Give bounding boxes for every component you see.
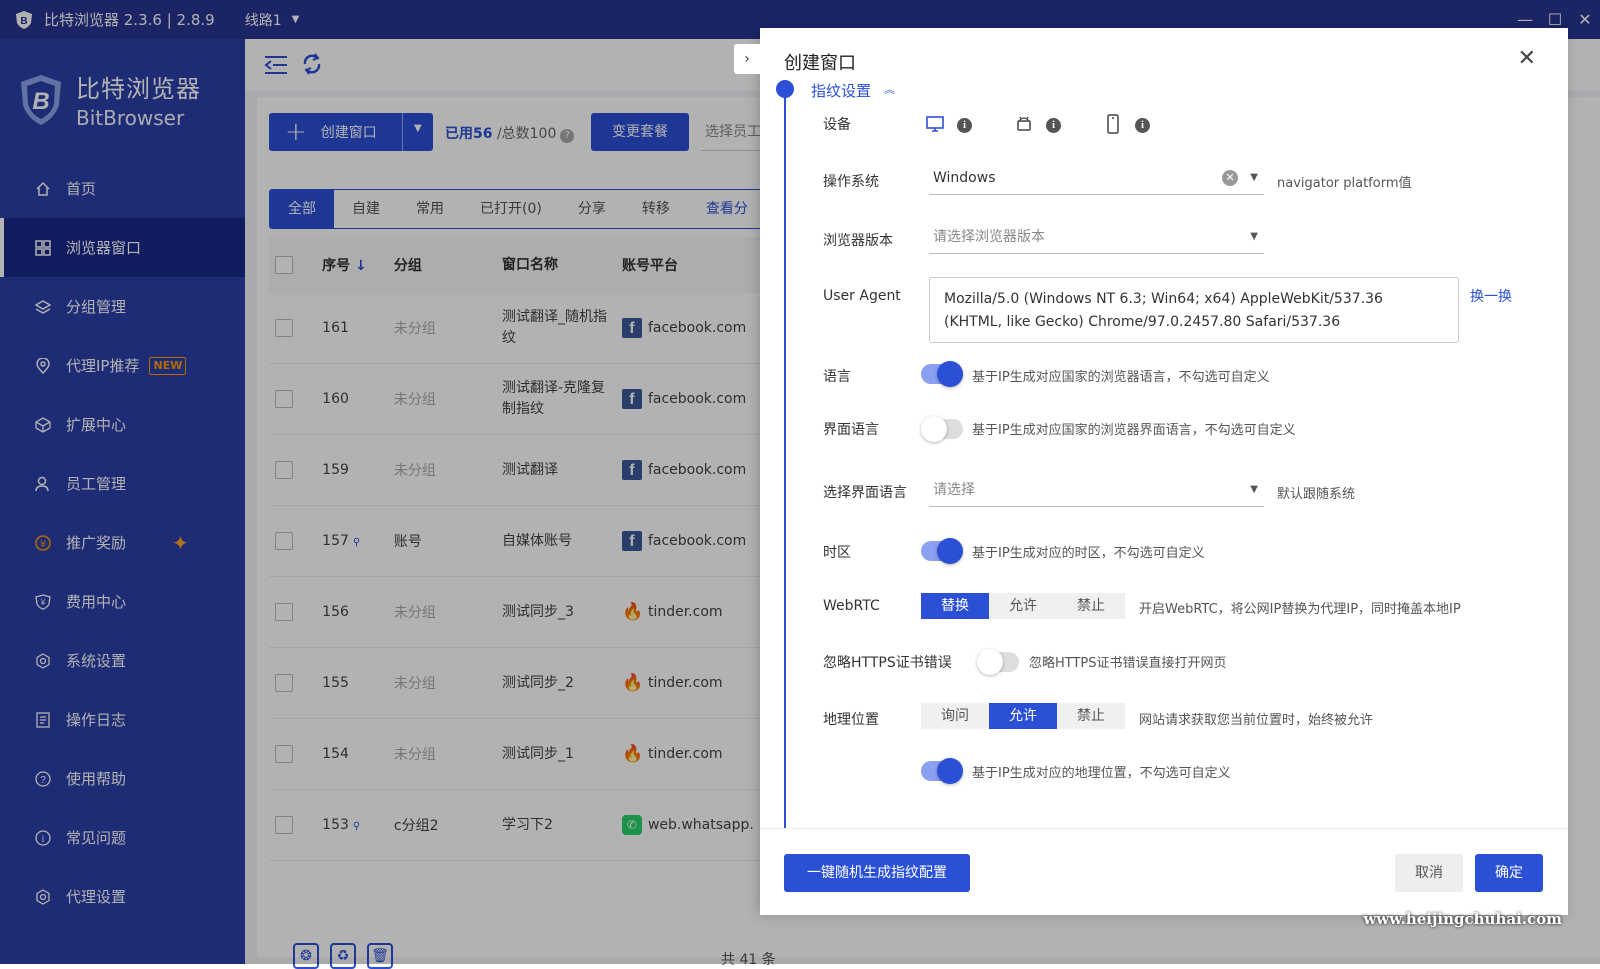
desktop-icon[interactable]	[925, 114, 945, 134]
geo-allow-option[interactable]: 允许	[989, 703, 1057, 729]
create-window-drawer: › 创建窗口 ✕ 指纹设置 ︽ 设备 i i i 操作系统 Windows ✕ ▼ …	[734, 28, 1568, 915]
os-hint: navigator platform值	[1277, 176, 1412, 191]
timezone-label: 时区	[823, 545, 851, 561]
drawer-footer: 一键随机生成指纹配置 取消 确定	[760, 828, 1568, 915]
user-agent-field[interactable]: Mozilla/5.0 (Windows NT 6.3; Win64; x64)…	[929, 277, 1459, 343]
geo-ip-toggle[interactable]	[921, 758, 963, 784]
language-hint: 基于IP生成对应国家的浏览器语言，不勾选可自定义	[972, 370, 1270, 385]
https-error-toggle[interactable]	[977, 649, 1019, 675]
ui-language-placeholder: 请选择	[933, 482, 975, 498]
close-icon[interactable]: ✕	[1518, 46, 1536, 71]
toggle-knob	[921, 416, 947, 442]
info-icon[interactable]: i	[1135, 118, 1150, 133]
timeline-dot	[776, 80, 794, 98]
watermark: www.heijingchuhai.com	[1363, 910, 1562, 928]
random-fingerprint-button[interactable]: 一键随机生成指纹配置	[784, 854, 970, 892]
webrtc-hint: 开启WebRTC，将公网IP替换为代理IP，同时掩盖本地IP	[1139, 602, 1461, 617]
chevron-down-icon[interactable]: ▼	[1250, 161, 1258, 195]
language-toggle[interactable]	[921, 361, 963, 387]
language-label: 语言	[823, 369, 851, 385]
chevron-down-icon[interactable]: ▼	[1250, 220, 1258, 254]
os-value: Windows	[933, 170, 996, 186]
geo-ask-option[interactable]: 询问	[921, 703, 989, 729]
browser-version-select[interactable]: 请选择浏览器版本 ▼	[929, 220, 1264, 254]
https-error-hint: 忽略HTTPS证书错误直接打开网页	[1029, 656, 1227, 671]
chevron-down-icon[interactable]: ▼	[1250, 473, 1258, 507]
ui-language-select-hint: 默认跟随系统	[1277, 487, 1356, 502]
ui-language-label: 界面语言	[823, 422, 879, 438]
geolocation-hint: 网站请求获取您当前位置时，始终被允许	[1139, 713, 1374, 728]
webrtc-block-option[interactable]: 禁止	[1057, 593, 1125, 619]
webrtc-label: WebRTC	[823, 598, 880, 614]
section-title[interactable]: 指纹设置	[811, 80, 871, 101]
os-select[interactable]: Windows ✕ ▼	[929, 161, 1264, 195]
geo-block-option[interactable]: 禁止	[1057, 703, 1125, 729]
select-ui-language-label: 选择界面语言	[823, 485, 907, 501]
webrtc-replace-option[interactable]: 替换	[921, 593, 989, 619]
android-icon[interactable]	[1014, 114, 1034, 134]
toggle-knob	[937, 361, 963, 387]
drawer-title: 创建窗口	[784, 53, 856, 74]
toggle-knob	[977, 649, 1003, 675]
browser-version-placeholder: 请选择浏览器版本	[933, 229, 1045, 245]
os-label: 操作系统	[823, 174, 879, 190]
toggle-knob	[937, 758, 963, 784]
toggle-knob	[937, 538, 963, 564]
info-icon[interactable]: i	[1046, 118, 1061, 133]
swap-user-agent-link[interactable]: 换一换	[1470, 286, 1512, 306]
user-agent-label: User Agent	[823, 288, 901, 304]
mobile-icon[interactable]	[1103, 114, 1123, 134]
webrtc-allow-option[interactable]: 允许	[989, 593, 1057, 619]
chevron-up-icon[interactable]: ︽	[884, 81, 895, 97]
geolocation-segmented: 询问 允许 禁止	[921, 703, 1125, 729]
timezone-hint: 基于IP生成对应的时区，不勾选可自定义	[972, 546, 1205, 561]
geolocation-label: 地理位置	[823, 712, 879, 728]
ui-language-select[interactable]: 请选择 ▼	[929, 473, 1264, 507]
browser-version-label: 浏览器版本	[823, 233, 893, 249]
confirm-button[interactable]: 确定	[1475, 854, 1543, 892]
https-error-label: 忽略HTTPS证书错误	[823, 655, 952, 671]
device-label: 设备	[823, 117, 851, 133]
clear-icon[interactable]: ✕	[1222, 170, 1238, 186]
webrtc-segmented: 替换 允许 禁止	[921, 593, 1125, 619]
ui-language-hint: 基于IP生成对应国家的浏览器界面语言，不勾选可自定义	[972, 423, 1296, 438]
info-icon[interactable]: i	[957, 118, 972, 133]
cancel-button[interactable]: 取消	[1395, 854, 1463, 892]
timezone-toggle[interactable]	[921, 538, 963, 564]
ui-language-toggle[interactable]	[921, 416, 963, 442]
chevron-right-icon[interactable]: ›	[734, 44, 760, 74]
geo-ip-hint: 基于IP生成对应的地理位置，不勾选可自定义	[972, 766, 1231, 781]
timeline-line	[784, 90, 786, 830]
